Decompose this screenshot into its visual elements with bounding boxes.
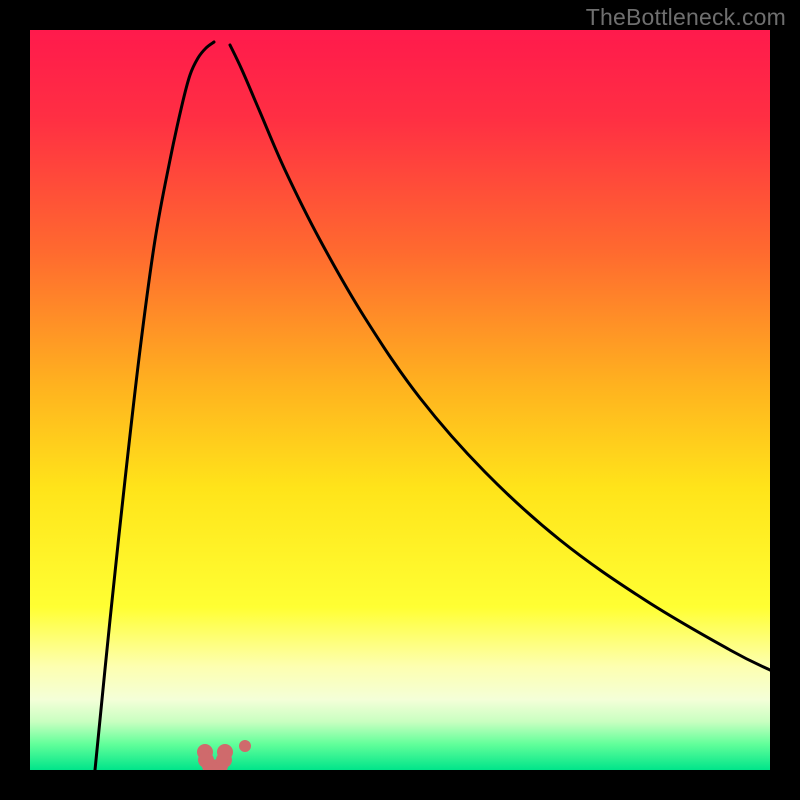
marker-u-right-top	[217, 744, 233, 760]
marker-group	[197, 740, 251, 770]
marker-dot-right	[239, 740, 251, 752]
right-curve	[230, 45, 770, 670]
outer-frame: TheBottleneck.com	[0, 0, 800, 800]
watermark-text: TheBottleneck.com	[586, 4, 786, 31]
plot-area	[30, 30, 770, 770]
curve-layer	[30, 30, 770, 770]
left-curve	[95, 42, 214, 770]
